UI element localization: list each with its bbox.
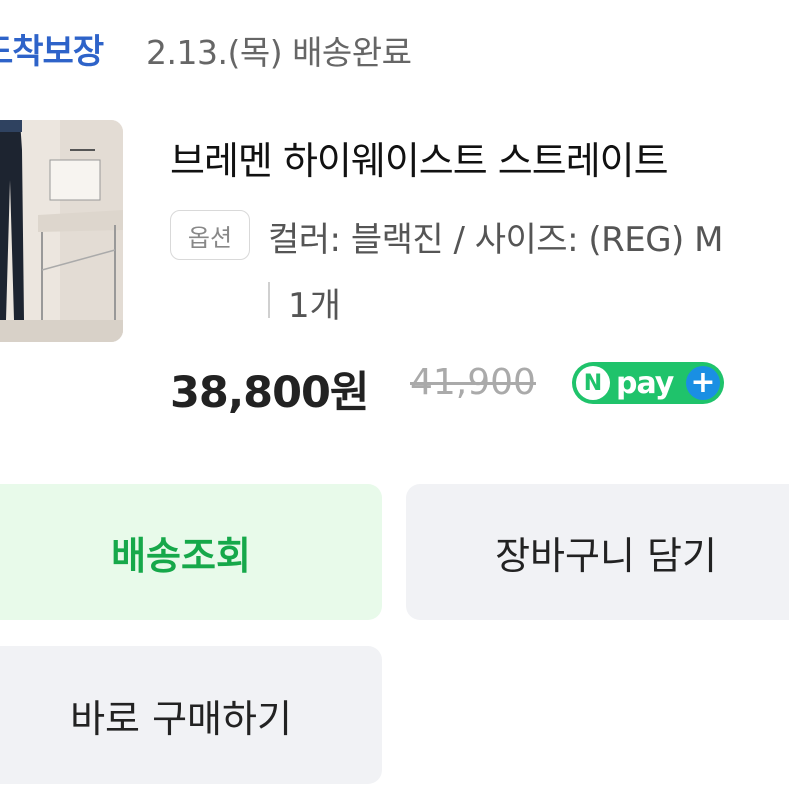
npay-label: pay xyxy=(616,365,674,401)
quantity: 1개 xyxy=(288,286,341,326)
product-thumbnail[interactable] xyxy=(0,120,123,342)
option-tag: 옵션 xyxy=(170,210,250,260)
sale-price: 38,800원 xyxy=(170,368,369,418)
buy-now-button[interactable]: 바로 구매하기 xyxy=(0,646,382,784)
plus-icon: + xyxy=(686,366,720,400)
track-delivery-button[interactable]: 배송조회 xyxy=(0,484,382,620)
quantity-divider xyxy=(268,282,270,318)
original-price: 41,900 xyxy=(410,362,536,403)
npay-n-icon: N xyxy=(576,366,610,400)
product-title[interactable]: 브레멘 하이웨이스트 스트레이트 xyxy=(170,130,669,185)
option-text: 컬러: 블랙진 / 사이즈: (REG) M xyxy=(268,220,723,260)
arrival-guarantee-badge: 도착보장 xyxy=(0,32,104,72)
delivery-status: 2.13.(목) 배송완료 xyxy=(146,33,412,72)
npay-plus-badge: N pay + xyxy=(572,362,724,404)
add-to-cart-button[interactable]: 장바구니 담기 xyxy=(406,484,789,620)
product-image xyxy=(0,120,123,342)
